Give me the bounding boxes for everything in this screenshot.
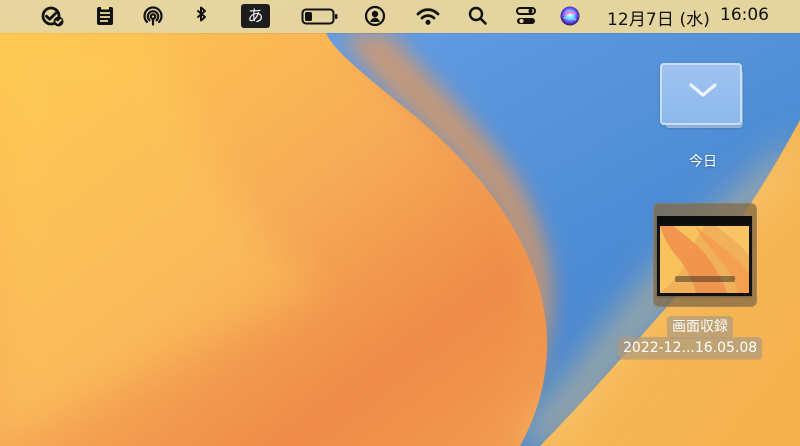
battery-icon[interactable] (300, 4, 340, 28)
siri-icon[interactable] (559, 4, 581, 28)
airdrop-icon[interactable] (141, 4, 165, 28)
menu-bar-date[interactable]: 12月7日 (水) (607, 5, 710, 30)
folder-today[interactable] (660, 63, 746, 139)
search-icon[interactable] (466, 4, 490, 28)
screen-recording-file[interactable] (653, 203, 757, 307)
thumbnail-dock (675, 276, 735, 282)
menu-bar-time[interactable]: 16:06 (720, 5, 769, 25)
input-method-indicator[interactable]: あ (241, 4, 270, 28)
file-thumbnail (657, 216, 752, 296)
chevron-down-icon (689, 83, 717, 97)
recording-file-label-line-2: 2022-12...16.05.08 (618, 337, 763, 359)
thumbnail-topbar (657, 216, 752, 224)
user-icon[interactable] (363, 4, 387, 28)
folder-front (660, 63, 742, 125)
bluetooth-icon[interactable] (193, 4, 211, 28)
recording-file-label-line-1: 画面収録 (667, 316, 733, 338)
control-center-icon[interactable] (514, 4, 538, 28)
clipboard-icon[interactable] (94, 4, 116, 28)
desktop: あ 12月7日 (水) 16:06 今日 画面収録 2022-12...16.0… (0, 0, 800, 446)
thumbnail-wallpaper (660, 226, 749, 293)
wifi-icon[interactable] (414, 4, 442, 28)
menu-bar: あ 12月7日 (水) 16:06 (0, 0, 800, 33)
folder-label: 今日 (689, 154, 717, 170)
ime-label: あ (241, 4, 270, 28)
check-circle-badge-icon[interactable] (39, 4, 67, 28)
